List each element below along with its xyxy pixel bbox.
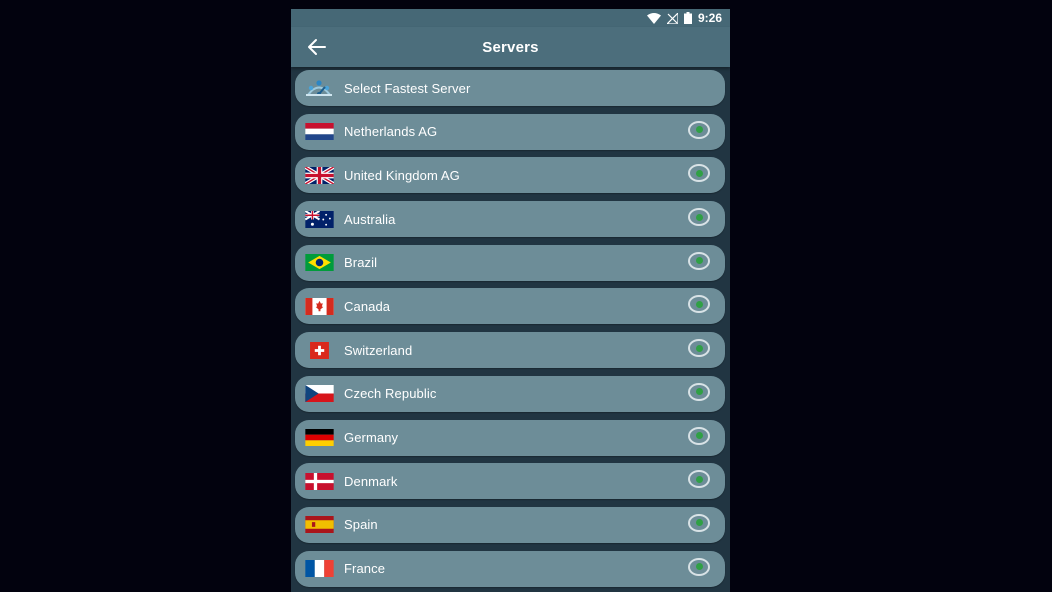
server-name: United Kingdom AG [344,167,460,183]
server-name: Brazil [344,255,378,271]
no-signal-icon [666,12,678,24]
radio-dot-icon [695,344,703,352]
server-row-france[interactable]: France [295,550,725,587]
server-row-united-kingdom[interactable]: United Kingdom AG [295,157,725,194]
france-flag-icon [305,560,334,578]
server-row-germany[interactable]: Germany [295,419,725,456]
server-radio[interactable] [688,557,710,576]
server-radio[interactable] [688,382,710,401]
server-radio[interactable] [688,470,710,489]
server-name: Germany [344,430,399,445]
server-radio[interactable] [688,513,710,532]
server-list: Select Fastest Server Netherlands AG Uni… [295,70,725,592]
server-row-brazil[interactable]: Brazil [295,244,725,281]
switzerland-flag-icon [310,341,329,359]
canada-flag-icon [305,297,334,315]
server-row-switzerland[interactable]: Switzerland [295,332,725,369]
status-bar: 9:26 [291,9,730,27]
server-radio[interactable] [688,339,710,358]
server-radio[interactable] [688,251,710,270]
radio-dot-icon [695,300,703,308]
radio-dot-icon [695,169,703,177]
server-radio[interactable] [688,164,710,183]
server-name: Switzerland [344,342,413,358]
server-radio[interactable] [688,426,710,445]
back-arrow-icon[interactable] [307,38,327,56]
server-row-australia[interactable]: Australia [295,201,725,238]
australia-flag-icon [305,210,334,228]
wifi-icon [646,12,661,24]
server-row-netherlands[interactable]: Netherlands AG [295,113,725,150]
radio-dot-icon [695,213,703,221]
netherlands-flag-icon [305,123,334,141]
germany-flag-icon [305,429,334,446]
spain-flag-icon [305,516,334,534]
server-radio[interactable] [688,208,710,227]
status-time: 9:26 [697,11,722,25]
radio-dot-icon [695,475,703,483]
server-row-spain[interactable]: Spain [295,506,725,543]
czech-republic-flag-icon [305,385,334,403]
server-name: France [344,561,386,577]
fastest-server-icon [306,80,332,96]
app-bar: Servers [291,27,730,67]
server-radio[interactable] [688,295,710,314]
server-name: Czech Republic [344,386,437,402]
server-radio[interactable] [688,120,710,139]
server-name: Canada [344,298,391,314]
radio-dot-icon [695,563,703,571]
radio-dot-icon [695,257,703,265]
server-row-canada[interactable]: Canada [295,288,725,325]
united-kingdom-flag-icon [305,166,334,184]
server-row-denmark[interactable]: Denmark [295,463,725,500]
radio-dot-icon [695,126,703,134]
page-title: Servers [482,38,539,56]
radio-dot-icon [695,388,703,396]
server-name: Australia [344,211,396,227]
server-row-czech-republic[interactable]: Czech Republic [295,375,725,412]
battery-icon [683,12,692,24]
radio-dot-icon [695,519,703,527]
server-name: Netherlands AG [344,124,438,140]
server-name: Denmark [344,473,398,489]
phone-screen: 9:26 Servers Select Fastest Server Nethe… [291,9,730,592]
denmark-flag-icon [305,472,334,490]
brazil-flag-icon [305,254,334,272]
fastest-server-label: Select Fastest Server [344,80,471,96]
select-fastest-server-button[interactable]: Select Fastest Server [295,70,725,106]
server-name: Spain [344,517,378,533]
radio-dot-icon [695,432,703,439]
